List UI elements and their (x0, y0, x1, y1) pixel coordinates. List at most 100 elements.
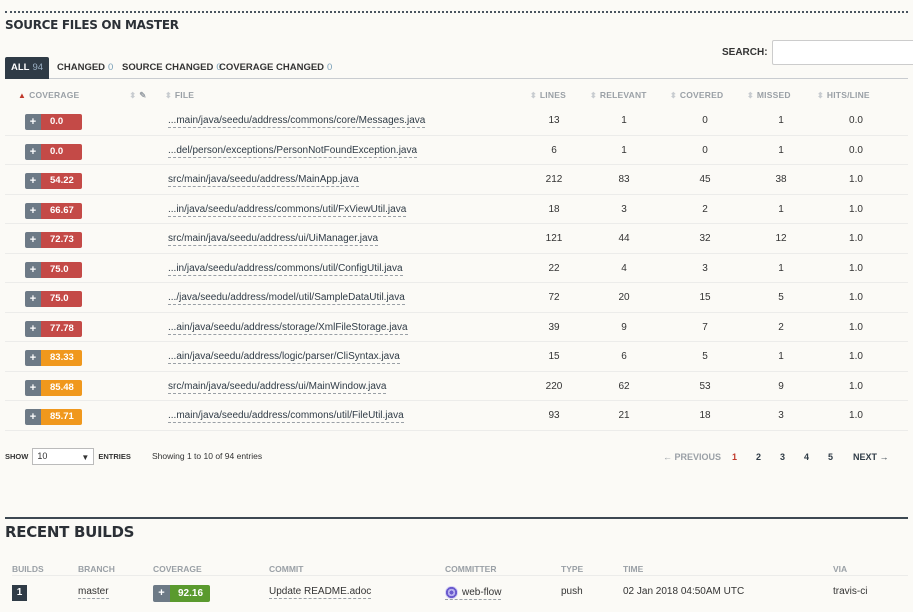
cell-covered: 0 (702, 115, 708, 126)
cell-missed: 12 (775, 233, 787, 244)
file-link[interactable]: ...in/java/seedu/address/commons/util/Co… (168, 263, 403, 276)
coverage-value: 77.78 (41, 320, 82, 337)
page-link-4[interactable]: 4 (804, 452, 809, 462)
expand-icon[interactable]: + (25, 320, 41, 337)
cell-hits: 1.0 (849, 321, 863, 333)
col-missed[interactable]: ⬍ MISSED (747, 90, 791, 100)
file-link[interactable]: .../java/seedu/address/model/util/Sample… (168, 292, 405, 305)
col-time: TIME (623, 564, 644, 574)
file-link[interactable]: ...main/java/seedu/address/commons/core/… (168, 115, 426, 128)
cell-relevant: 83 (618, 174, 630, 185)
expand-icon[interactable]: + (25, 114, 41, 130)
build-number-link[interactable]: 1 (12, 585, 27, 601)
coverage-value: 66.67 (41, 202, 82, 219)
cell-missed: 1 (778, 144, 784, 156)
previous-page-link[interactable]: ← PREVIOUS (663, 452, 721, 462)
expand-icon[interactable]: + (25, 291, 41, 307)
cell-lines: 13 (548, 115, 560, 126)
tab-coverage-changed-count: 0 (327, 62, 333, 73)
expand-icon[interactable]: + (25, 202, 41, 219)
tab-changed-count: 0 (108, 62, 114, 73)
col-relevant[interactable]: ⬍ RELEVANT (590, 90, 647, 100)
page-link-5[interactable]: 5 (828, 452, 833, 462)
page-link-1[interactable]: 1 (732, 452, 737, 462)
cell-missed: 2 (778, 321, 784, 333)
cell-hits: 1.0 (849, 203, 863, 215)
file-link[interactable]: ...main/java/seedu/address/commons/util/… (168, 410, 404, 423)
tab-changed-label: CHANGED (57, 62, 106, 73)
expand-icon[interactable]: + (25, 409, 41, 425)
coverage-badge: +75.0 (25, 261, 82, 278)
page-link-2[interactable]: 2 (756, 452, 761, 462)
cell-missed: 38 (775, 174, 787, 185)
build-via: travis-ci (833, 586, 868, 597)
entries-control: SHOW 10 ▼ ENTRIES (5, 448, 131, 465)
table-row: +0.0 ...del/person/exceptions/PersonNotFo… (5, 136, 908, 165)
avatar (445, 586, 458, 599)
page-link-3[interactable]: 3 (780, 452, 785, 462)
file-link[interactable]: src/main/java/seedu/address/ui/MainWindo… (168, 381, 387, 394)
cell-missed: 9 (778, 380, 784, 392)
coverage-value: 85.48 (41, 379, 82, 396)
file-link[interactable]: src/main/java/seedu/address/ui/UiManager… (168, 233, 379, 246)
cell-lines: 18 (548, 203, 560, 215)
branch-link[interactable]: master (78, 586, 109, 599)
tab-coverage-changed[interactable]: COVERAGE CHANGED 0 (213, 57, 338, 79)
expand-icon[interactable]: + (25, 173, 41, 189)
file-link[interactable]: ...ain/java/seedu/address/storage/XmlFil… (168, 322, 408, 335)
expand-icon[interactable]: + (25, 261, 41, 278)
cell-covered: 15 (699, 292, 711, 303)
expand-icon[interactable]: + (153, 585, 170, 602)
col-coverage[interactable]: ▲ COVERAGE ⬍ ✎ (18, 90, 147, 101)
coverage-badge: +77.78 (25, 320, 82, 337)
tab-source-changed[interactable]: SOURCE CHANGED 0 (116, 57, 228, 79)
sort-icon: ⬍ (817, 91, 824, 100)
cell-lines: 15 (548, 351, 560, 362)
next-page-link[interactable]: NEXT → (853, 452, 889, 462)
table-row: +72.73 src/main/java/seedu/address/ui/UiM… (5, 224, 908, 254)
col-covered[interactable]: ⬍ COVERED (670, 90, 723, 100)
expand-icon[interactable]: + (25, 143, 41, 160)
cell-covered: 3 (702, 262, 708, 274)
expand-icon[interactable]: + (25, 350, 41, 366)
sort-icon: ⬍ (129, 91, 137, 100)
cell-relevant: 4 (621, 262, 627, 274)
file-link[interactable]: ...del/person/exceptions/PersonNotFoundE… (168, 145, 418, 158)
table-row: +66.67 ...in/java/seedu/address/commons/u… (5, 195, 908, 224)
cell-lines: 6 (551, 144, 557, 156)
top-dotted-rule (5, 11, 908, 13)
table-row: +77.78 ...ain/java/seedu/address/storage/… (5, 313, 908, 342)
cell-hits: 0.0 (849, 115, 863, 126)
recent-builds-title: RECENT BUILDS (5, 523, 135, 541)
coverage-badge: +75.0 (25, 291, 82, 307)
cell-hits: 1.0 (849, 262, 863, 274)
col-via: VIA (833, 564, 848, 574)
file-link[interactable]: src/main/java/seedu/address/MainApp.java (168, 174, 359, 187)
col-lines[interactable]: ⬍ LINES (530, 90, 566, 100)
cell-lines: 39 (548, 321, 560, 333)
cell-hits: 1.0 (849, 292, 863, 303)
table-row: +83.33 ...ain/java/seedu/address/logic/pa… (5, 342, 908, 372)
cell-relevant: 1 (621, 115, 627, 126)
entries-info: Showing 1 to 10 of 94 entries (152, 451, 263, 461)
build-coverage-value: 92.16 (170, 585, 210, 602)
commit-link[interactable]: Update README.adoc (269, 586, 372, 599)
table-row: +85.48 src/main/java/seedu/address/ui/Mai… (5, 372, 908, 401)
file-link[interactable]: ...ain/java/seedu/address/logic/parser/C… (168, 351, 400, 364)
cell-relevant: 3 (621, 203, 627, 215)
committer-link[interactable]: web-flow (445, 586, 502, 601)
coverage-badge: +85.71 (25, 409, 82, 425)
coverage-value: 0.0 (41, 114, 82, 130)
col-build-coverage: COVERAGE (153, 564, 202, 574)
coverage-value: 83.33 (41, 350, 82, 366)
tab-all[interactable]: ALL 94 (5, 57, 50, 79)
sort-asc-icon: ▲ (18, 91, 27, 100)
col-file[interactable]: ⬍ FILE (165, 90, 194, 100)
build-type: push (561, 586, 583, 597)
col-hits-per-line[interactable]: ⬍ HITS/LINE (817, 90, 870, 100)
tab-changed[interactable]: CHANGED 0 (51, 57, 119, 79)
expand-icon[interactable]: + (25, 232, 41, 248)
expand-icon[interactable]: + (25, 379, 41, 396)
entries-select[interactable]: 10 ▼ (32, 448, 95, 465)
file-link[interactable]: ...in/java/seedu/address/commons/util/Fx… (168, 204, 407, 217)
